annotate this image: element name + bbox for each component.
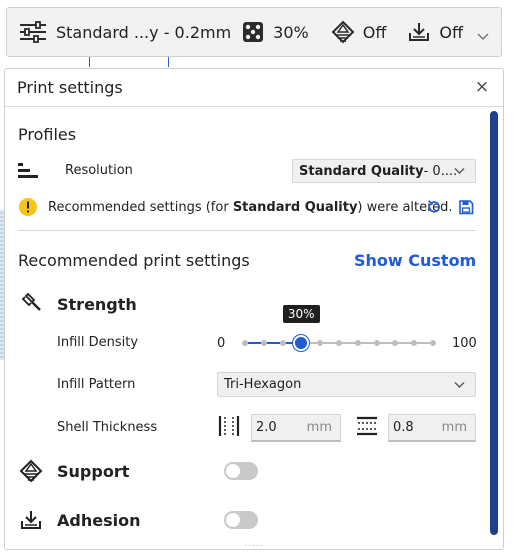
adhesion-value: Off <box>439 22 463 42</box>
infill-value: 30% <box>273 22 309 42</box>
shell-thickness-label: Shell Thickness <box>57 420 158 435</box>
warning-text-prefix: Recommended settings (for <box>48 200 233 215</box>
chevron-down-icon <box>454 164 465 179</box>
top-bottom-thickness-value: 0.8 <box>393 420 414 435</box>
panel-header: Print settings × <box>5 69 503 107</box>
slider-tick <box>336 340 342 346</box>
print-settings-panel: Print settings × ..... Profiles Resoluti… <box>4 68 504 550</box>
infill-icon <box>242 21 264 43</box>
slider-min-label: 0 <box>217 336 226 351</box>
slider-tick <box>242 340 248 346</box>
slider-tooltip: 30% <box>282 305 320 323</box>
resolution-value-name: Standard Quality <box>299 163 424 179</box>
support-icon <box>331 20 355 44</box>
slider-tick <box>430 340 436 346</box>
infill-pattern-dropdown[interactable]: Tri-Hexagon <box>217 372 476 397</box>
resolution-label: Resolution <box>65 163 133 178</box>
infill-density-slider[interactable] <box>242 335 436 351</box>
chevron-down-icon[interactable] <box>477 26 489 45</box>
adhesion-icon <box>20 509 42 535</box>
top-bottom-thickness-input[interactable]: 0.8 mm <box>388 414 476 442</box>
background-line <box>168 57 169 67</box>
wall-thickness-value: 2.0 <box>256 420 277 435</box>
slider-tick <box>411 340 418 346</box>
save-icon[interactable] <box>458 199 474 219</box>
show-custom-button[interactable]: Show Custom <box>354 251 476 270</box>
top-bottom-thickness-unit: mm <box>441 420 467 435</box>
slider-max-label: 100 <box>452 336 477 351</box>
adhesion-toggle[interactable] <box>224 511 258 529</box>
slider-tick <box>354 340 361 346</box>
hammer-icon <box>21 291 43 317</box>
settings-sliders-icon <box>19 20 47 44</box>
profile-label: Standard ...y - 0.2mm <box>56 22 232 42</box>
slider-tick <box>260 340 267 346</box>
infill-density-label: Infill Density <box>57 335 139 350</box>
infill-pattern-value: Tri-Hexagon <box>224 377 302 392</box>
warning-icon <box>18 197 38 221</box>
reset-icon[interactable] <box>426 199 442 219</box>
slider-tick <box>279 340 286 346</box>
adhesion-icon <box>408 21 430 43</box>
close-button[interactable]: × <box>473 78 491 96</box>
strength-heading: Strength <box>57 295 137 314</box>
infill-summary[interactable]: 30% <box>242 8 309 56</box>
resolution-icon <box>18 161 40 185</box>
recommended-heading: Recommended print settings <box>18 251 250 270</box>
profiles-heading: Profiles <box>18 125 77 144</box>
chevron-down-icon <box>454 377 465 392</box>
divider <box>18 230 476 231</box>
background-line <box>89 57 90 67</box>
adhesion-heading: Adhesion <box>57 511 141 530</box>
resolution-value-suffix: - 0.... <box>423 163 458 179</box>
profile-selector[interactable]: Standard ...y - 0.2mm <box>19 8 231 56</box>
top-bottom-thickness-icon <box>356 415 378 441</box>
support-summary[interactable]: Off <box>331 8 387 56</box>
wall-thickness-unit: mm <box>306 420 332 435</box>
support-toggle[interactable] <box>224 462 258 480</box>
infill-pattern-label: Infill Pattern <box>57 377 136 392</box>
support-value: Off <box>362 22 387 42</box>
support-icon <box>19 459 43 487</box>
adhesion-summary[interactable]: Off <box>408 8 463 56</box>
altered-warning-text: Recommended settings (for Standard Quali… <box>48 200 453 215</box>
toggle-knob <box>226 464 240 478</box>
wall-thickness-icon <box>217 415 241 441</box>
support-heading: Support <box>57 462 130 481</box>
slider-tick <box>317 340 324 346</box>
slider-tick <box>392 340 399 346</box>
resize-grip[interactable]: ..... <box>244 539 263 549</box>
warning-text-profile: Standard Quality <box>232 200 358 215</box>
slider-tick <box>373 340 380 346</box>
toggle-knob <box>226 513 240 527</box>
scrollbar[interactable] <box>490 111 498 535</box>
panel-title: Print settings <box>17 78 123 97</box>
resolution-dropdown[interactable]: Standard Quality - 0.... <box>292 159 476 183</box>
print-setup-bar[interactable]: Standard ...y - 0.2mm 30% Off Off <box>6 7 502 57</box>
wall-thickness-input[interactable]: 2.0 mm <box>251 414 341 442</box>
slider-handle[interactable] <box>293 335 310 351</box>
